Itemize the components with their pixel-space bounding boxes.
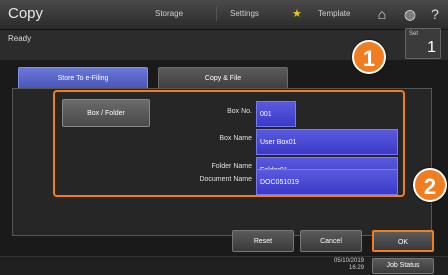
tab-copy-and-file[interactable]: Copy & File [158,67,288,89]
datetime: 05/10/2019 16:29 [320,258,364,272]
job-status-button[interactable]: Job Status [372,258,434,274]
set-label: Set [409,31,419,37]
tab-store-to-efiling[interactable]: Store To e-Filing [18,67,148,89]
app-title: Copy [8,5,44,22]
globe-icon[interactable]: ◍ [401,5,419,23]
callout-2-badge: 2 [413,168,447,202]
set-value: 1 [427,39,436,56]
set-counter: Set 1 [405,28,441,59]
reset-button[interactable]: Reset [232,230,294,252]
tab-template[interactable]: Template [318,9,350,18]
date-text: 05/10/2019 [333,258,364,264]
tab-storage[interactable]: Storage [155,9,183,18]
ok-button[interactable]: OK [372,230,434,252]
home-icon[interactable]: ⌂ [373,5,391,23]
status-text: Ready [8,34,32,43]
star-icon: ★ [292,8,302,20]
callout-1-badge: 1 [352,40,386,74]
time-text: 16:29 [348,265,364,271]
cancel-button[interactable]: Cancel [300,230,362,252]
help-icon[interactable]: ? [426,5,444,23]
top-bar: Copy Storage Settings ★ Template ⌂ ◍ ? [0,0,448,30]
form-highlight-frame [53,90,405,197]
tab-settings[interactable]: Settings [216,7,259,21]
